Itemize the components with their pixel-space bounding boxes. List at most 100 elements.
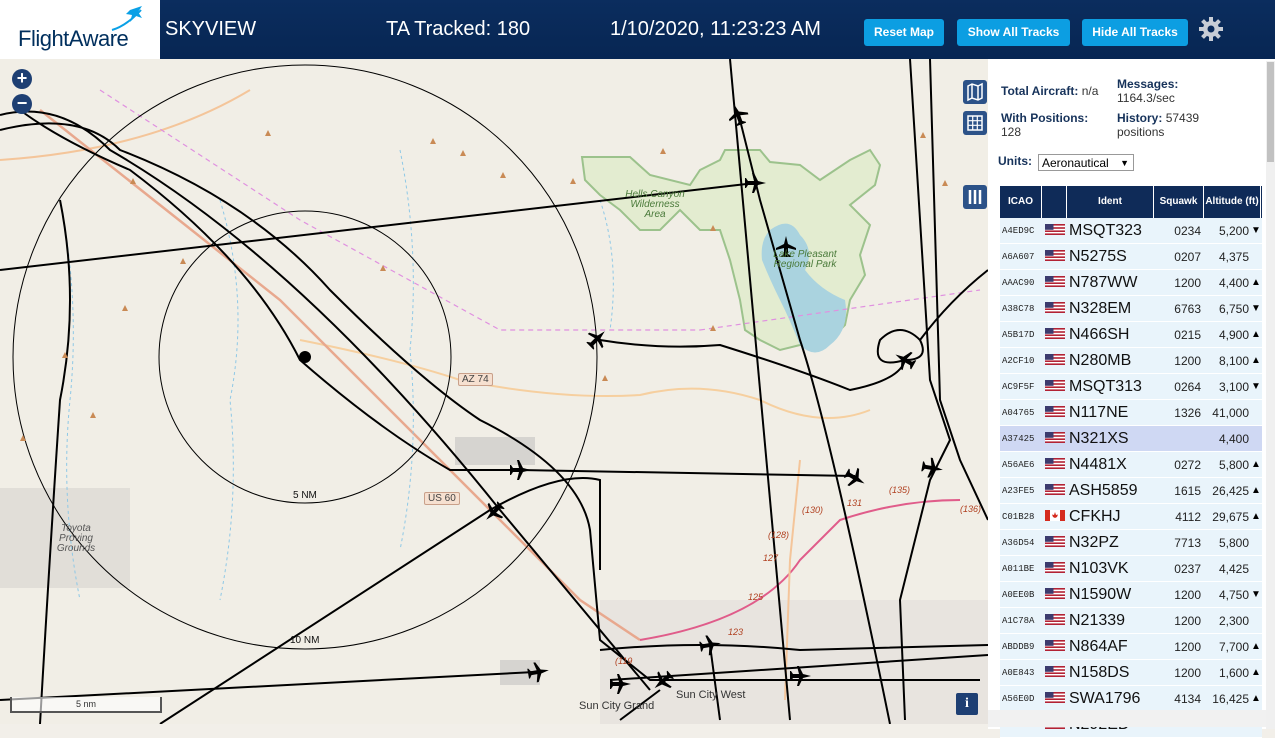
row-icao: A36D54 bbox=[1002, 537, 1035, 548]
row-altitude-value: 4,400 bbox=[1218, 431, 1249, 446]
row-squawk: 1200 bbox=[1174, 665, 1201, 680]
row-altitude: 4,375 bbox=[1204, 250, 1261, 264]
table-row[interactable]: A4ED9C MSQT323 0234 5,200 ▼ bbox=[1000, 218, 1262, 244]
row-icao: C01B28 bbox=[1002, 511, 1035, 522]
table-row[interactable]: A011BE N103VK 0237 4,425 bbox=[1000, 556, 1262, 582]
table-row[interactable]: A1C78A N21339 1200 2,300 bbox=[1000, 608, 1262, 634]
history-stat: History: 57439 positions bbox=[1117, 111, 1227, 139]
row-squawk: 0207 bbox=[1174, 249, 1201, 264]
zoom-out-button[interactable]: − bbox=[12, 94, 32, 114]
columns-toggle-button[interactable] bbox=[963, 185, 987, 209]
row-squawk: 0234 bbox=[1174, 223, 1201, 238]
us-flag-icon bbox=[1045, 431, 1065, 443]
column-header-icao[interactable]: ICAO bbox=[1000, 186, 1042, 218]
row-squawk: 1200 bbox=[1174, 639, 1201, 654]
row-ident: N32PZ bbox=[1069, 533, 1119, 551]
table-row[interactable]: A0E843 N158DS 1200 1,600 ▲ bbox=[1000, 660, 1262, 686]
table-row[interactable]: A5B17D N466SH 0215 4,900 ▲ bbox=[1000, 322, 1262, 348]
row-flag bbox=[1042, 612, 1067, 630]
table-row[interactable]: AAAC90 N787WW 1200 4,400 ▲ bbox=[1000, 270, 1262, 296]
scrollbar-thumb[interactable] bbox=[1267, 62, 1274, 162]
row-vertical-rate-icon: ▲ bbox=[1251, 329, 1261, 340]
us-flag-icon bbox=[1045, 561, 1065, 573]
row-vertical-rate-icon: ▲ bbox=[1251, 641, 1261, 652]
road-marker: (119 bbox=[615, 656, 633, 666]
column-header-altitude[interactable]: Altitude (ft) bbox=[1204, 186, 1261, 218]
hide-all-tracks-button[interactable]: Hide All Tracks bbox=[1082, 19, 1188, 46]
row-altitude: 2,300 bbox=[1204, 614, 1261, 628]
table-row[interactable]: AC9F5F MSQT313 0264 3,100 ▼ bbox=[1000, 374, 1262, 400]
table-row[interactable]: A6A607 N5275S 0207 4,375 bbox=[1000, 244, 1262, 270]
column-header-squawk[interactable]: Squawk bbox=[1154, 186, 1204, 218]
grid-toggle-button[interactable] bbox=[963, 111, 987, 135]
row-altitude-value: 26,425 bbox=[1212, 483, 1249, 498]
row-squawk: 6763 bbox=[1174, 301, 1201, 316]
row-ident: N158DS bbox=[1069, 663, 1130, 681]
table-row[interactable]: C01B28 CFKHJ 4112 29,675 ▲ bbox=[1000, 504, 1262, 530]
row-ident: N787WW bbox=[1069, 273, 1138, 291]
row-altitude-value: 5,800 bbox=[1218, 457, 1249, 472]
messages-value: 1164.3/sec bbox=[1117, 91, 1175, 105]
row-ident: N466SH bbox=[1069, 325, 1130, 343]
row-icao: A4ED9C bbox=[1002, 225, 1035, 236]
table-row[interactable]: A2CF10 N280MB 1200 8,100 ▲ bbox=[1000, 348, 1262, 374]
row-altitude-value: 4,425 bbox=[1218, 561, 1249, 576]
dropdown-arrow-icon: ▼ bbox=[1120, 158, 1129, 168]
sidebar-panel: Total Aircraft: n/a Messages: 1164.3/sec… bbox=[988, 59, 1275, 738]
row-altitude-value: 2,300 bbox=[1218, 613, 1249, 628]
table-row[interactable]: A23FE5 ASH5859 1615 26,425 ▲ bbox=[1000, 478, 1262, 504]
row-altitude: 41,000 bbox=[1204, 406, 1261, 420]
row-icao: A0EE0B bbox=[1002, 589, 1035, 600]
table-row[interactable]: ABDDB9 N864AF 1200 7,700 ▲ bbox=[1000, 634, 1262, 660]
row-altitude-value: 6,750 bbox=[1218, 301, 1249, 316]
positions-stat: With Positions: 128 bbox=[1001, 111, 1121, 139]
road bbox=[0, 89, 251, 161]
row-altitude: 4,400 bbox=[1204, 432, 1261, 446]
sun-city-grand-label: Sun City Grand bbox=[579, 700, 655, 712]
column-header-ident[interactable]: Ident bbox=[1067, 186, 1154, 218]
row-flag bbox=[1042, 534, 1067, 552]
table-row[interactable]: A38C78 N328EM 6763 6,750 ▼ bbox=[1000, 296, 1262, 322]
units-select[interactable]: Aeronautical ▼ bbox=[1038, 154, 1134, 171]
app-title: SKYVIEW bbox=[165, 18, 257, 40]
sun-city-west-label: Sun City West bbox=[676, 689, 746, 701]
table-row[interactable]: A04765 N117NE 1326 41,000 bbox=[1000, 400, 1262, 426]
row-flag bbox=[1042, 638, 1067, 656]
column-header-flag[interactable] bbox=[1042, 186, 1067, 218]
row-altitude-value: 3,100 bbox=[1218, 379, 1249, 394]
row-squawk: 1326 bbox=[1174, 405, 1201, 420]
map-view[interactable]: + − 5 NM 10 NM AZ 74 US 60 Hells Canyon … bbox=[0, 59, 988, 724]
row-flag bbox=[1042, 430, 1067, 448]
logo-text: FlightAware bbox=[18, 26, 129, 51]
info-button[interactable]: i bbox=[956, 693, 978, 715]
row-altitude-value: 7,700 bbox=[1218, 639, 1249, 654]
lake-pleasant-label: Lake Pleasant Regional Park bbox=[773, 249, 837, 270]
reset-map-button[interactable]: Reset Map bbox=[864, 19, 944, 46]
table-row[interactable]: A36D54 N32PZ 7713 5,800 bbox=[1000, 530, 1262, 556]
us-flag-icon bbox=[1045, 457, 1065, 469]
aircraft-table: ICAO Ident Squawk Altitude (ft) A4ED9C MS… bbox=[1000, 186, 1262, 738]
row-ident: N117NE bbox=[1069, 403, 1129, 421]
messages-label: Messages: bbox=[1117, 77, 1179, 91]
flightaware-logo[interactable]: FlightAware bbox=[0, 0, 160, 59]
gear-icon[interactable] bbox=[1198, 16, 1224, 42]
row-altitude-value: 5,800 bbox=[1218, 535, 1249, 550]
row-flag bbox=[1042, 352, 1067, 370]
table-row[interactable]: A56E0D SWA1796 4134 16,425 ▲ bbox=[1000, 686, 1262, 712]
us-flag-icon bbox=[1045, 405, 1065, 417]
zoom-in-button[interactable]: + bbox=[12, 69, 32, 89]
show-all-tracks-button[interactable]: Show All Tracks bbox=[957, 19, 1070, 46]
row-icao: AC9F5F bbox=[1002, 381, 1035, 392]
row-vertical-rate-icon: ▲ bbox=[1251, 667, 1261, 678]
row-icao: A56AE6 bbox=[1002, 459, 1035, 470]
table-row[interactable]: A0EE0B N1590W 1200 4,750 ▼ bbox=[1000, 582, 1262, 608]
row-flag bbox=[1042, 274, 1067, 292]
map-layers-button[interactable] bbox=[963, 80, 987, 104]
table-row[interactable]: A37425 N321XS 4,400 bbox=[1000, 426, 1262, 452]
table-row[interactable]: A56AE6 N4481X 0272 5,800 ▲ bbox=[1000, 452, 1262, 478]
row-ident: MSQT323 bbox=[1069, 221, 1142, 239]
horizontal-scrollbar[interactable] bbox=[988, 710, 1266, 727]
row-ident: N328EM bbox=[1069, 299, 1132, 317]
urban-area bbox=[455, 437, 535, 465]
row-altitude: 16,425 ▲ bbox=[1204, 692, 1261, 706]
